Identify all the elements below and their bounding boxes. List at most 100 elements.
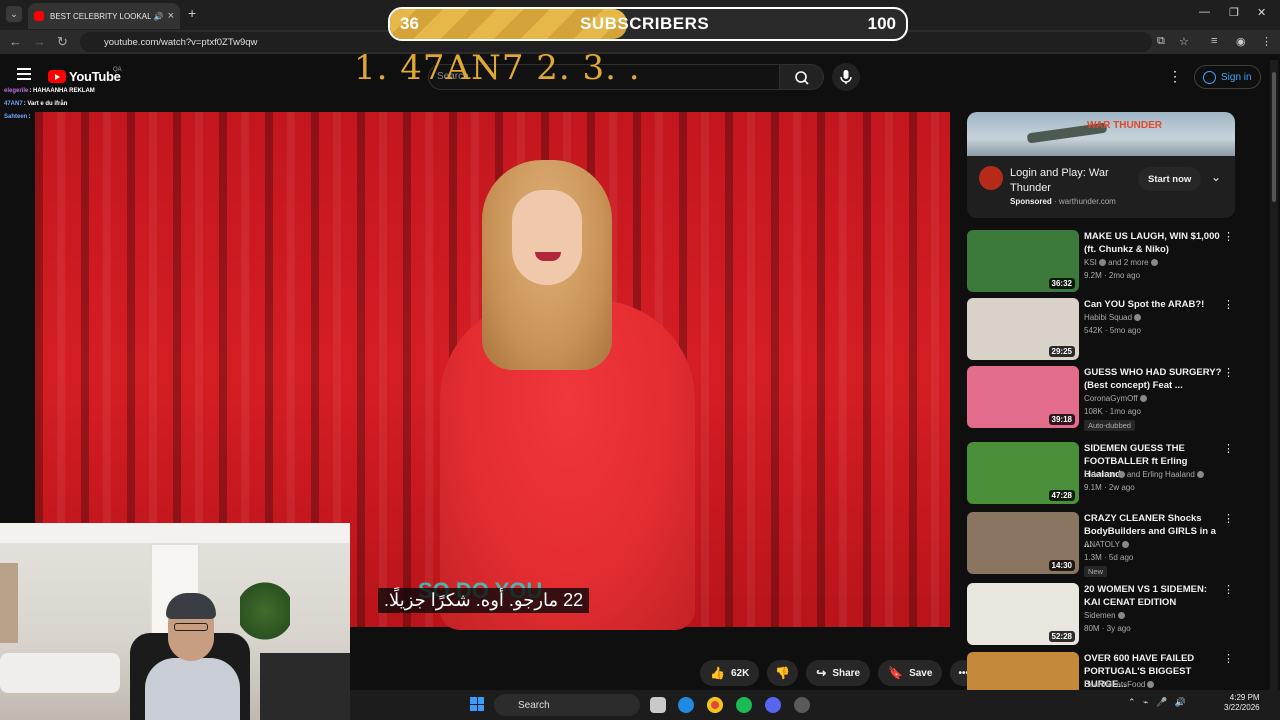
maximize-icon[interactable]: ❐	[1229, 6, 1239, 19]
recommendation-item[interactable]: 52:28 20 WOMEN VS 1 SIDEMEN: KAI CENAT ED…	[967, 583, 1237, 647]
recommendation-menu-icon[interactable]: ⋮	[1223, 230, 1234, 243]
channel-name: Sidemen	[1084, 611, 1116, 620]
channel-name: KSI	[1084, 258, 1097, 267]
chrome-icon[interactable]	[707, 697, 723, 713]
taskbar-search[interactable]: Search	[494, 694, 640, 716]
clock-date: 3/22/2026	[1224, 703, 1260, 712]
spotify-icon[interactable]	[736, 697, 752, 713]
system-tray[interactable]: ⌃ ⌁ 🎤 🔊	[1128, 697, 1186, 708]
recommendation-item[interactable]: 47:28 SIDEMEN GUESS THE FOOTBALLER ft Erl…	[967, 442, 1237, 506]
recommendation-menu-icon[interactable]: ⋮	[1223, 512, 1234, 525]
streamer-webcam	[0, 523, 350, 720]
recommendation-title[interactable]: Can YOU Spot the ARAB?!	[1084, 298, 1222, 311]
discord-icon[interactable]	[765, 697, 781, 713]
channel-name: ANATOLY	[1084, 540, 1121, 549]
channel-extra: and Erling Haaland	[1126, 470, 1195, 479]
webcam-ceiling	[0, 523, 350, 543]
save-button[interactable]: 🔖 Save	[878, 660, 943, 686]
recommendation-item[interactable]: 29:25 Can YOU Spot the ARAB?! Habibi Squad…	[967, 298, 1237, 362]
bookmark-star-icon[interactable]: ☆	[1179, 35, 1189, 48]
windows-start-icon[interactable]	[470, 697, 484, 711]
settings-more-icon[interactable]: ⋮	[1168, 68, 1182, 85]
recommendation-item[interactable]: 14:30 CRAZY CLEANER Shocks BodyBuilders a…	[967, 512, 1237, 577]
dislike-button[interactable]: 👎	[767, 660, 799, 686]
video-thumbnail[interactable]: 36:32	[967, 230, 1079, 292]
recommendation-menu-icon[interactable]: ⋮	[1223, 652, 1234, 665]
recommendation-item[interactable]: 39:18 GUESS WHO HAD SURGERY? (Best concep…	[967, 366, 1237, 431]
file-explorer-icon[interactable]	[650, 697, 666, 713]
recommendation-title[interactable]: GUESS WHO HAD SURGERY? (Best concept) Fe…	[1084, 366, 1222, 392]
webcam-sofa	[0, 653, 120, 693]
video-actions: 👍 62K 👎 ↪ Share 🔖 Save •••	[700, 660, 977, 686]
video-thumbnail[interactable]: 52:28	[967, 583, 1079, 645]
verified-icon	[1147, 681, 1155, 688]
ad-avatar[interactable]	[979, 166, 1003, 190]
tab-close-button[interactable]: ×	[168, 10, 174, 22]
tab-title: BEST CELEBRITY LOOKALIKE	[50, 11, 151, 21]
chat-user: elegerile	[4, 88, 29, 94]
share-button[interactable]: ↪ Share	[806, 660, 871, 686]
webcam-desk	[260, 653, 350, 720]
ad-start-now-button[interactable]: Start now	[1138, 167, 1202, 191]
youtube-favicon-icon	[34, 11, 44, 21]
recommendation-channel[interactable]: Sidemen	[1084, 611, 1125, 620]
recommendation-channel[interactable]: Habibi Squad	[1084, 313, 1142, 322]
install-app-icon[interactable]: ⧉	[1157, 35, 1165, 48]
reload-icon[interactable]: ↻	[57, 34, 68, 50]
voice-search-button[interactable]	[832, 63, 860, 91]
sponsored-ad[interactable]: WAR THUNDER Login and Play: War Thunder …	[967, 112, 1235, 218]
new-tab-button[interactable]: +	[188, 5, 196, 21]
youtube-logo[interactable]: YouTube	[48, 69, 121, 84]
verified-icon	[1098, 259, 1106, 266]
video-thumbnail[interactable]: 39:18	[967, 366, 1079, 428]
edge-icon[interactable]	[678, 697, 694, 713]
youtube-play-icon	[48, 70, 66, 83]
verified-icon	[1150, 259, 1158, 266]
profile-icon[interactable]: ◉	[1236, 35, 1246, 48]
thumbs-down-icon: 👎	[775, 666, 791, 680]
verified-icon	[1117, 471, 1125, 478]
recommendation-item[interactable]: 36:32 MAKE US LAUGH, WIN $1,000 (ft. Chun…	[967, 230, 1237, 294]
chevron-down-icon[interactable]: ⌄	[1211, 170, 1221, 184]
taskbar-clock[interactable]: 4:29 PM 3/22/2026	[1224, 693, 1260, 713]
obs-icon[interactable]	[794, 697, 810, 713]
video-thumbnail[interactable]: 29:25	[967, 298, 1079, 360]
hamburger-menu-icon[interactable]	[17, 68, 31, 80]
recommendation-meta: 1.3M · 5d ago	[1084, 553, 1134, 562]
url-text: youtube.com/watch?v=ptxf0ZTw9qw	[104, 36, 258, 48]
recommendation-channel[interactable]: Sidemen and Erling Haaland	[1084, 470, 1204, 479]
back-icon[interactable]: ←	[9, 34, 22, 49]
like-button[interactable]: 👍 62K	[700, 660, 760, 686]
sign-in-button[interactable]: Sign in	[1194, 65, 1261, 89]
ad-title[interactable]: Login and Play: War Thunder	[1010, 166, 1130, 196]
recommendation-title[interactable]: 20 WOMEN VS 1 SIDEMEN: KAI CENAT EDITION	[1084, 583, 1222, 609]
forward-icon[interactable]: →	[33, 34, 46, 49]
recommendation-channel[interactable]: ANATOLY	[1084, 540, 1130, 549]
ad-banner-image[interactable]: WAR THUNDER	[967, 112, 1235, 156]
recommendation-menu-icon[interactable]: ⋮	[1223, 442, 1234, 455]
microphone-icon	[840, 70, 852, 84]
recommendation-meta: 80M · 3y ago	[1084, 624, 1131, 633]
recommendation-meta: 9.1M · 2w ago	[1084, 483, 1135, 492]
recommendation-title[interactable]: MAKE US LAUGH, WIN $1,000 (ft. Chunkz & …	[1084, 230, 1222, 256]
thumbs-up-icon: 👍	[710, 666, 725, 680]
search-button[interactable]	[780, 64, 824, 90]
extensions-icon[interactable]: ≡	[1211, 35, 1217, 47]
browser-tab[interactable]: BEST CELEBRITY LOOKALIKE 🔊 ×	[28, 3, 180, 29]
close-window-icon[interactable]: ✕	[1257, 6, 1266, 19]
webcam-streamer-beanie	[166, 593, 216, 619]
scrollbar-thumb[interactable]	[1272, 72, 1276, 202]
browser-menu-icon[interactable]: ⋮	[1261, 35, 1272, 48]
recommendation-channel[interactable]: KSI and 2 more	[1084, 258, 1158, 267]
recommendation-channel[interactable]: BeardMeatsFood	[1084, 680, 1155, 689]
video-duration: 29:25	[1048, 346, 1075, 357]
recommendation-menu-icon[interactable]: ⋮	[1223, 366, 1234, 379]
recommendation-menu-icon[interactable]: ⋮	[1223, 583, 1234, 596]
recommendation-channel[interactable]: CoronaGymOff	[1084, 394, 1147, 403]
video-thumbnail[interactable]: 47:28	[967, 442, 1079, 504]
tab-search-button[interactable]: ⌄	[6, 6, 22, 22]
video-thumbnail[interactable]: 14:30	[967, 512, 1079, 574]
recommendation-menu-icon[interactable]: ⋮	[1223, 298, 1234, 311]
minimize-icon[interactable]: —	[1199, 6, 1210, 18]
speaker-icon[interactable]: 🔊	[154, 12, 164, 21]
